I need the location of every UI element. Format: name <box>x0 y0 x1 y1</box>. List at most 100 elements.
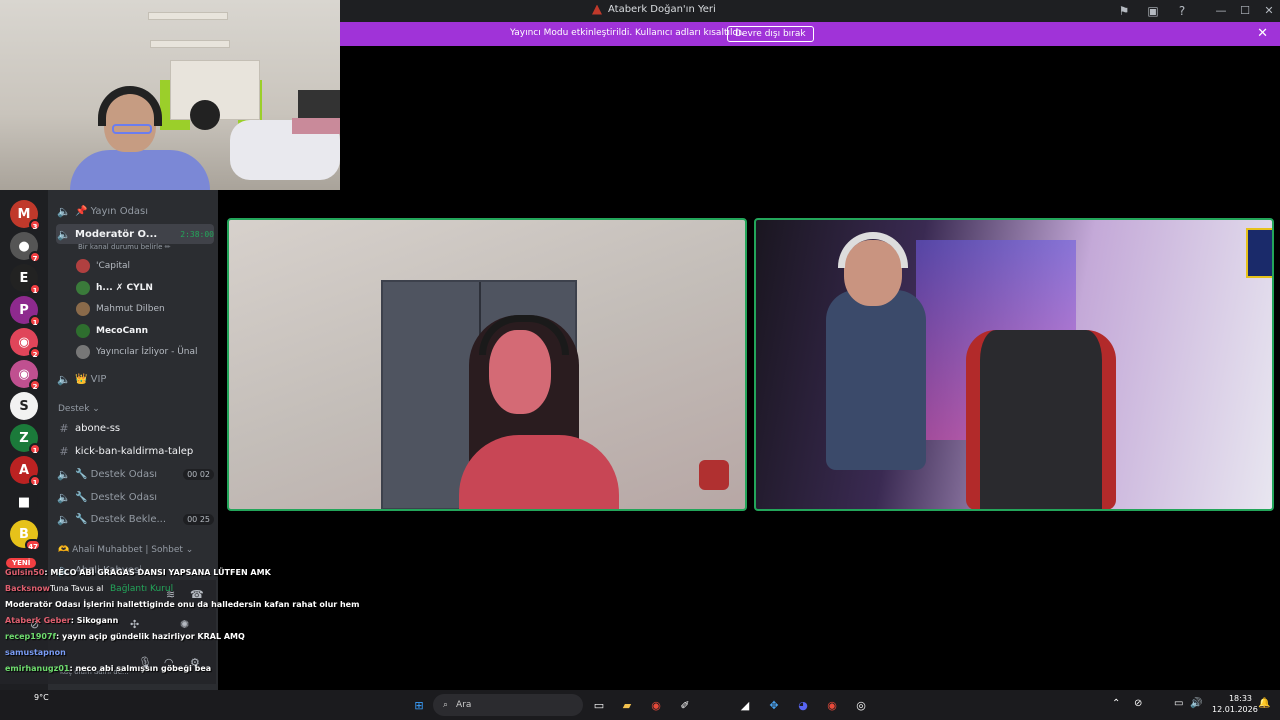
banner-text: Yayıncı Modu etkinleştirildi. Kullanıcı … <box>510 28 744 38</box>
avatar <box>76 280 90 295</box>
server-icon-9[interactable]: ■ <box>10 488 38 516</box>
minimize-button[interactable]: — <box>1212 3 1230 19</box>
hashtag-icon: # <box>59 444 69 458</box>
chat-message: emirhanugz01: neco abi salmışsın göbeği … <box>5 664 211 673</box>
help-icon[interactable]: ? <box>1174 3 1190 19</box>
webcam-overlay <box>0 0 340 190</box>
tray-overflow-icon[interactable]: ⌃ <box>1112 698 1120 709</box>
hashtag-icon: # <box>59 421 69 435</box>
chat-message: samustapnon <box>5 648 66 657</box>
channel-abone-ss[interactable]: # abone-ss <box>56 418 214 438</box>
start-icon[interactable]: ⊞ <box>410 696 428 714</box>
close-window-button[interactable]: ✕ <box>1260 3 1278 19</box>
app-icon[interactable]: ✐ <box>676 696 694 714</box>
server-icon-6[interactable]: S <box>10 392 38 420</box>
channel-vip[interactable]: 🔈 👑 VIP <box>56 369 214 389</box>
unread-badge: 1 <box>29 283 41 295</box>
video-tile-2[interactable] <box>754 218 1274 511</box>
network-icon[interactable]: ▭ <box>1174 698 1183 709</box>
server-icon-7[interactable]: Z1 <box>10 424 41 455</box>
avatar <box>76 345 90 359</box>
channel-yayin-odasi[interactable]: 🔈 📌 Yayın Odası <box>56 201 214 221</box>
category-ahali[interactable]: 🫶 Ahali Muhabbet | Sohbet ⌄ <box>58 545 193 555</box>
voice-user[interactable]: Mahmut Dilben <box>76 300 165 318</box>
close-banner-icon[interactable]: ✕ <box>1257 26 1268 41</box>
video-tile-1[interactable] <box>227 218 747 511</box>
chat-username: Ataberk Geber <box>5 616 71 625</box>
server-logo-icon <box>592 4 602 15</box>
voice-user[interactable]: MecoCann <box>76 322 148 340</box>
unread-badge: 2 <box>29 379 41 391</box>
chat-text: : MECO ABİ GRAGAS DANSI YAPSANA LÜTFEN A… <box>44 568 271 577</box>
server-icon-4[interactable]: ◉ 2 <box>10 328 41 359</box>
chat-text: Moderatör Odası İşlerini hallettiginde o… <box>5 600 360 609</box>
chat-username: Backsnow <box>5 584 50 593</box>
chat-message: Gulsin50: MECO ABİ GRAGAS DANSI YAPSANA … <box>5 568 271 577</box>
system-clock[interactable]: 18:33 12.01.2026 <box>1212 693 1258 715</box>
server-icon-10[interactable]: B 47 <box>10 520 41 551</box>
unread-badge: 1 <box>29 443 41 455</box>
speaker-icon: 🔈 <box>57 204 71 218</box>
voice-user-name: Mahmut Dilben <box>96 304 165 314</box>
server-icon-8[interactable]: A1 <box>10 456 41 487</box>
title-bar: Ataberk Doğan'ın Yeri ⚑ ▣ ? — ☐ ✕ <box>340 0 1280 22</box>
speaker-icon: 🔈 <box>57 467 71 481</box>
weather-widget[interactable]: 9°C <box>34 693 49 702</box>
taskbar-search[interactable]: ⌕ Ara <box>433 694 583 716</box>
voice-user-name: Yayıncılar İzliyor - Ünal <box>96 347 198 357</box>
obs-icon[interactable]: ◎ <box>852 696 870 714</box>
server-icon-2[interactable]: E1 <box>10 264 41 295</box>
speaker-icon: 🔈 <box>57 490 71 504</box>
task-view-icon[interactable]: ▭ <box>590 696 608 714</box>
headphones <box>838 232 908 268</box>
volume-icon[interactable]: 🔊 <box>1190 698 1202 709</box>
taskbar: 9°C ⊞ ⌕ Ara ▭ ▰ ◉ ✐ ◢ ✥ ◕ ◉ ◎ ⌃ ⊘ ▭ 🔊 18… <box>0 690 1280 720</box>
notification-center-icon[interactable]: 🔔 <box>1258 698 1270 709</box>
server-icon-3[interactable]: P1 <box>10 296 41 327</box>
channel-kick-ban[interactable]: # kick-ban-kaldirma-talep <box>56 441 214 461</box>
flag-icon[interactable]: ⚑ <box>1116 3 1132 19</box>
discord-icon[interactable]: ◕ <box>794 696 812 714</box>
server-icon-0[interactable]: M3 <box>10 200 41 231</box>
category-destek[interactable]: Destek ⌄ <box>58 404 100 414</box>
chat-username: Gulsin50 <box>5 568 45 577</box>
app-icon-2[interactable]: ◢ <box>736 696 754 714</box>
chat-text: : yayın açip gündelik hazirliyor KRAL AM… <box>56 632 245 641</box>
speaker-icon: 🔈 <box>57 227 71 241</box>
maximize-button[interactable]: ☐ <box>1236 3 1254 19</box>
chat-text: : Sikogann <box>70 616 119 625</box>
chat-message: recep1907f: yayın açip gündelik hazirliy… <box>5 632 245 641</box>
chat-message: Backsnow <box>5 584 50 593</box>
channel-destek-1[interactable]: 🔈 🔧 Destek Odası 00 02 <box>56 464 214 484</box>
unread-badge: 3 <box>29 219 41 231</box>
chat-text: : neco abi salmışsın göbeği bea <box>69 664 212 673</box>
chrome-icon[interactable]: ◉ <box>647 696 665 714</box>
unread-badge: 1 <box>29 315 41 327</box>
chat-username: recep1907f <box>5 632 57 641</box>
file-explorer-icon[interactable]: ▰ <box>618 696 636 714</box>
avatar <box>76 302 90 316</box>
voice-user-name: 'Capital <box>96 261 131 271</box>
disable-streamer-mode-button[interactable]: Devre dışı bırak <box>727 26 814 42</box>
chat-username: samustapnon <box>5 648 66 657</box>
unread-badge: 2 <box>29 347 41 359</box>
notification-off-icon[interactable]: ⊘ <box>1134 698 1142 709</box>
speaker-icon: 🔈 <box>57 372 71 386</box>
voice-user[interactable]: h... ✗ CYLN <box>76 279 153 297</box>
chrome-icon-2[interactable]: ◉ <box>823 696 841 714</box>
voice-user-name: MecoCann <box>96 325 149 336</box>
channel-status[interactable]: Bir kanal durumu belirle ✏ <box>78 243 171 251</box>
channel-destek-2[interactable]: 🔈 🔧 Destek Odası <box>56 487 214 507</box>
voice-timer: 2:38:00 <box>180 229 214 239</box>
voice-user[interactable]: Yayıncılar İzliyor - Ünal <box>76 343 198 361</box>
gaming-chair <box>966 330 1116 509</box>
channel-moderator[interactable]: 🔈 Moderatör O... 2:38:00 <box>56 224 214 244</box>
steam-icon[interactable]: ✥ <box>765 696 783 714</box>
inbox-icon[interactable]: ▣ <box>1145 3 1161 19</box>
speaker-icon: 🔈 <box>57 512 71 526</box>
server-icon-1[interactable]: ● 7 <box>10 232 41 263</box>
streamer-mode-banner: Yayıncı Modu etkinleştirildi. Kullanıcı … <box>340 22 1280 46</box>
voice-user[interactable]: 'Capital <box>76 257 130 275</box>
channel-destek-bekle[interactable]: 🔈 🔧 Destek Bekle... 00 25 <box>56 509 214 529</box>
server-icon-5[interactable]: ◉ 2 <box>10 360 41 391</box>
